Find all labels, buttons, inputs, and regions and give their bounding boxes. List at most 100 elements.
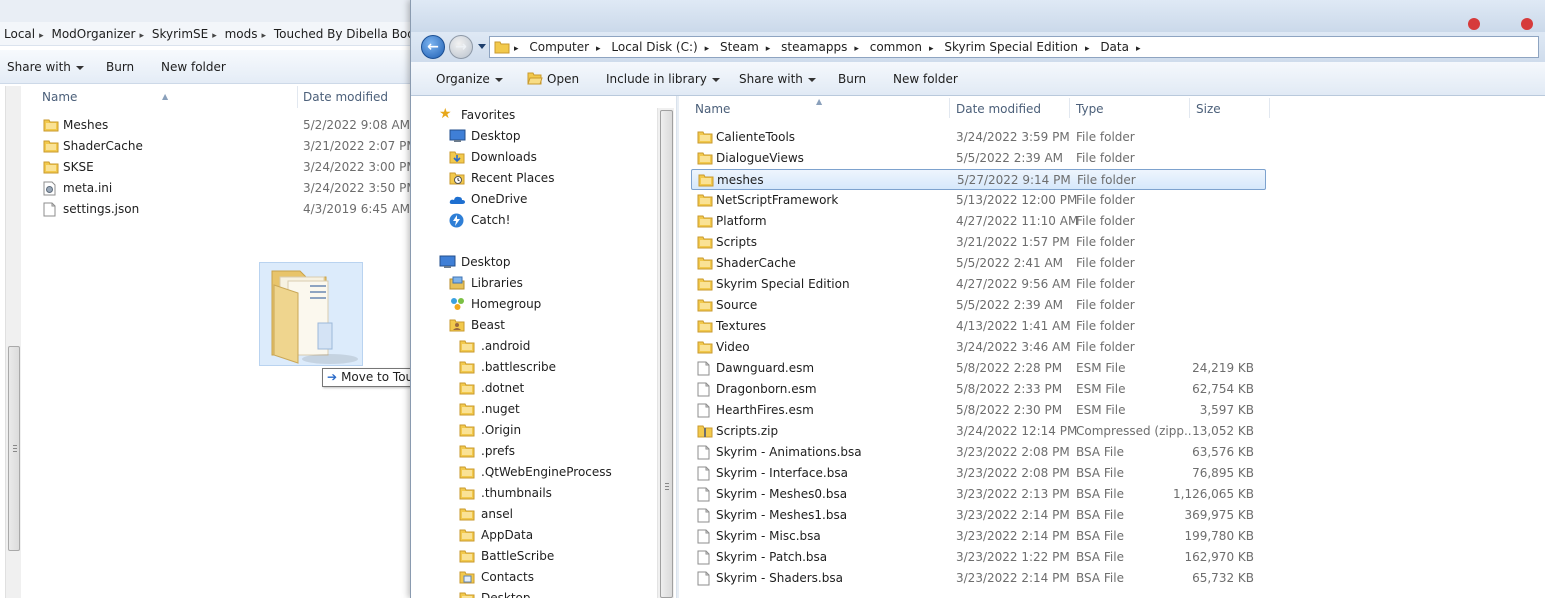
file-row[interactable]: Dawnguard.esm 5/8/2022 2:28 PM ESM File 24,… [691, 358, 1266, 379]
nav-item-label: .nuget [481, 402, 520, 416]
back-list-item[interactable]: SKSE 3/24/2022 3:00 PM [40, 157, 420, 178]
back-breadcrumb-2[interactable]: SkyrimSE [148, 22, 212, 46]
file-row[interactable]: ShaderCache 5/5/2022 2:41 AM File folder [691, 253, 1266, 274]
file-name: Skyrim Special Edition [716, 277, 850, 291]
front-breadcrumb-0[interactable]: Computer [524, 37, 594, 57]
file-row[interactable]: Scripts 3/21/2022 1:57 PM File folder [691, 232, 1266, 253]
back-scrollbar-thumb[interactable] [8, 346, 20, 551]
file-row[interactable]: Dragonborn.esm 5/8/2022 2:33 PM ESM File 62… [691, 379, 1266, 400]
open-button[interactable]: Open [527, 62, 579, 96]
file-row[interactable]: HearthFires.esm 5/8/2022 2:30 PM ESM File 3… [691, 400, 1266, 421]
front-breadcrumb-5[interactable]: Skyrim Special Edition [939, 37, 1083, 57]
front-breadcrumb-3[interactable]: steamapps [776, 37, 852, 57]
nav-scrollbar[interactable] [657, 108, 674, 598]
folder-icon [697, 152, 713, 165]
front-address-bar[interactable]: ▸ Computer ▸ Local Disk (C:) ▸ Steam ▸ stea… [489, 36, 1539, 58]
back-col-name[interactable]: Name [42, 86, 77, 108]
file-row[interactable]: Skyrim - Patch.bsa 3/23/2022 1:22 PM BSA F… [691, 547, 1266, 568]
recent-pages-dropdown-icon[interactable] [478, 44, 486, 49]
file-name: Source [716, 298, 758, 312]
nav-item-icon [459, 570, 475, 591]
back-scrollbar[interactable] [5, 86, 21, 598]
back-list-item[interactable]: settings.json 4/3/2019 6:45 AM [40, 199, 420, 220]
back-button[interactable]: ← [421, 35, 445, 59]
file-date: 3/24/2022 12:14 PM [956, 424, 1078, 438]
nav-item-icon [459, 402, 475, 423]
include-in-library-button[interactable]: Include in library [606, 62, 720, 96]
file-row[interactable]: Skyrim - Animations.bsa 3/23/2022 2:08 PM… [691, 442, 1266, 463]
back-list-item[interactable]: meta.ini 3/24/2022 3:50 PM [40, 178, 420, 199]
file-row[interactable]: CalienteTools 3/24/2022 3:59 PM File folde… [691, 127, 1266, 148]
share-with-button[interactable]: Share with [739, 62, 816, 96]
breadcrumb-sep-icon[interactable]: ▸ [212, 31, 217, 41]
back-address-bar[interactable]: Local ▸ ModOrganizer ▸ SkyrimSE ▸ mods ▸ Tou… [0, 22, 420, 46]
file-row[interactable]: NetScriptFramework 5/13/2022 12:00 PM File… [691, 190, 1266, 211]
front-breadcrumb-6[interactable]: Data [1095, 37, 1134, 57]
file-row[interactable]: Skyrim - Interface.bsa 3/23/2022 2:08 PM B… [691, 463, 1266, 484]
col-type[interactable]: Type [1076, 97, 1104, 121]
breadcrumb-sep-icon[interactable]: ▸ [139, 31, 144, 41]
sort-ascending-icon: ▲ [162, 92, 169, 101]
breadcrumb-sep-icon[interactable]: ▸ [1134, 44, 1143, 54]
back-breadcrumb-1[interactable]: ModOrganizer [47, 22, 139, 46]
file-row[interactable]: Skyrim Special Edition 4/27/2022 9:56 AM F… [691, 274, 1266, 295]
file-row[interactable]: Scripts.zip 3/24/2022 12:14 PM Compressed … [691, 421, 1266, 442]
back-share-with-button[interactable]: Share with [7, 50, 84, 84]
file-name: Skyrim - Misc.bsa [716, 529, 821, 543]
grip-icon [13, 451, 17, 452]
breadcrumb-sep-icon[interactable]: ▸ [512, 44, 521, 54]
nav-favorites-label: Favorites [461, 108, 516, 122]
chevron-down-icon [75, 65, 84, 70]
col-date-modified[interactable]: Date modified [956, 97, 1041, 121]
breadcrumb-sep-icon[interactable]: ▸ [39, 31, 44, 41]
front-breadcrumb-4[interactable]: common [865, 37, 927, 57]
forward-button[interactable]: → [449, 35, 473, 59]
new-folder-button[interactable]: New folder [893, 62, 958, 96]
breadcrumb-sep-icon[interactable]: ▸ [594, 44, 603, 54]
folder-icon [459, 550, 475, 563]
nav-scrollbar-thumb[interactable] [660, 110, 673, 598]
file-row[interactable]: Textures 4/13/2022 1:41 AM File folder [691, 316, 1266, 337]
burn-button[interactable]: Burn [838, 62, 866, 96]
front-breadcrumb-1[interactable]: Local Disk (C:) [606, 37, 702, 57]
back-col-date[interactable]: Date modified [303, 86, 388, 108]
back-breadcrumb-3[interactable]: mods [221, 22, 262, 46]
column-divider[interactable] [1189, 98, 1190, 118]
back-new-folder-button[interactable]: New folder [161, 50, 226, 84]
file-row[interactable]: Source 5/5/2022 2:39 AM File folder [691, 295, 1266, 316]
breadcrumb-sep-icon[interactable]: ▸ [703, 44, 712, 54]
column-divider[interactable] [1069, 98, 1070, 118]
column-divider[interactable] [297, 86, 298, 108]
front-window-titlebar[interactable] [411, 0, 1545, 32]
file-row[interactable]: Platform 4/27/2022 11:10 AM File folder [691, 211, 1266, 232]
back-breadcrumb-4[interactable]: Touched By Dibella Bodys [270, 22, 420, 46]
breadcrumb-sep-icon[interactable]: ▸ [1083, 44, 1092, 54]
file-row[interactable]: meshes 5/27/2022 9:14 PM File folder [691, 169, 1266, 190]
organize-button[interactable]: Organize [436, 62, 503, 96]
breadcrumb-sep-icon[interactable]: ▸ [262, 31, 267, 41]
col-name[interactable]: Name [695, 97, 730, 121]
back-list-item[interactable]: Meshes 5/2/2022 9:08 AM [40, 115, 420, 136]
nav-item-label: Libraries [471, 276, 523, 290]
back-burn-button[interactable]: Burn [106, 50, 134, 84]
open-label: Open [547, 72, 580, 86]
column-divider[interactable] [949, 98, 950, 118]
back-list-item[interactable]: ShaderCache 3/21/2022 2:07 PM [40, 136, 420, 157]
breadcrumb-sep-icon[interactable]: ▸ [852, 44, 861, 54]
file-row[interactable]: Skyrim - Meshes1.bsa 3/23/2022 2:14 PM BSA… [691, 505, 1266, 526]
file-row[interactable]: Skyrim - Meshes0.bsa 3/23/2022 2:13 PM BSA… [691, 484, 1266, 505]
column-divider[interactable] [1269, 98, 1270, 118]
grip-icon [665, 486, 669, 487]
folder-icon [459, 424, 475, 437]
col-size[interactable]: Size [1196, 97, 1221, 121]
breadcrumb-sep-icon[interactable]: ▸ [764, 44, 773, 54]
file-row[interactable]: Skyrim - Shaders.bsa 3/23/2022 2:14 PM BSA… [691, 568, 1266, 589]
file-type: File folder [1076, 277, 1135, 291]
back-breadcrumb-0[interactable]: Local [0, 22, 39, 46]
nav-item-icon [449, 213, 464, 235]
breadcrumb-sep-icon[interactable]: ▸ [927, 44, 936, 54]
front-breadcrumb-2[interactable]: Steam [715, 37, 764, 57]
file-row[interactable]: Video 3/24/2022 3:46 AM File folder [691, 337, 1266, 358]
file-row[interactable]: Skyrim - Misc.bsa 3/23/2022 2:14 PM BSA Fi… [691, 526, 1266, 547]
file-row[interactable]: DialogueViews 5/5/2022 2:39 AM File folder [691, 148, 1266, 169]
